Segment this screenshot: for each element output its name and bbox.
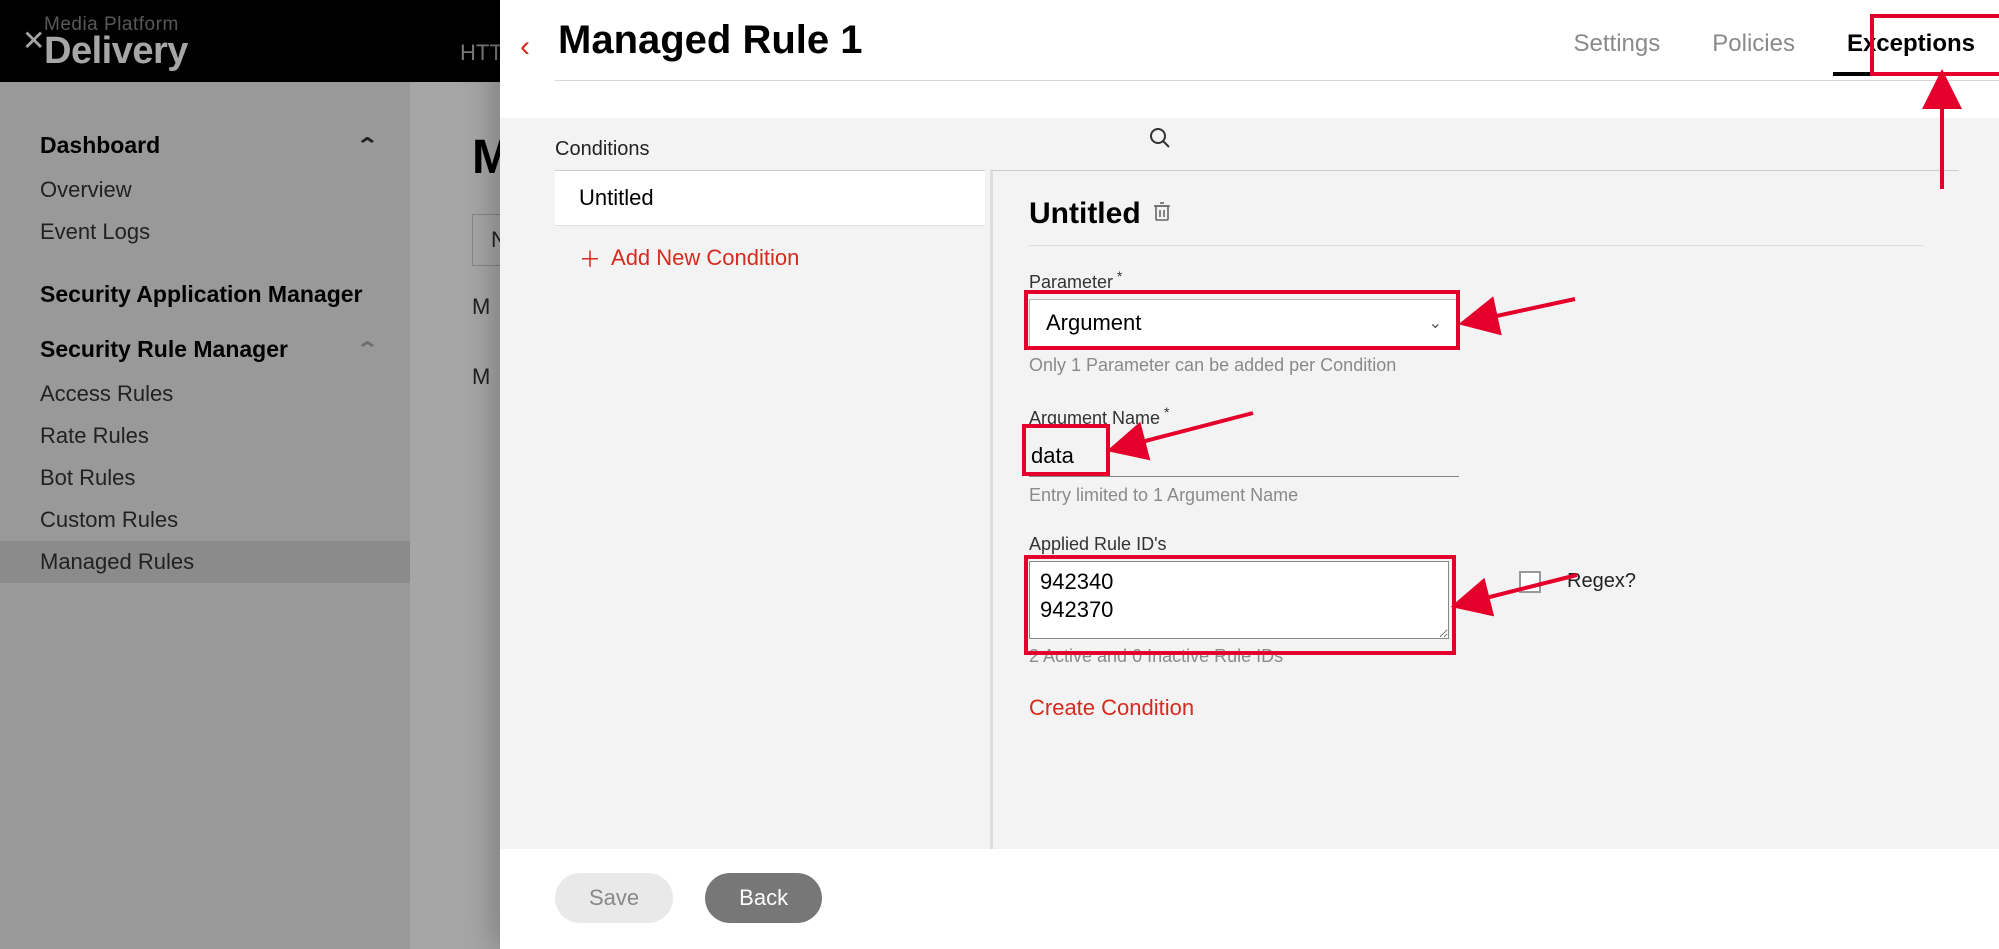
drawer-header: ‹ Managed Rule 1 Settings Policies Excep… — [500, 0, 1999, 82]
tab-exceptions[interactable]: Exceptions — [1839, 20, 1983, 74]
add-condition-label: Add New Condition — [611, 245, 799, 271]
back-chevron-icon[interactable]: ‹ — [520, 30, 530, 64]
condition-detail-title-row: Untitled — [1029, 197, 1923, 246]
save-button[interactable]: Save — [555, 873, 673, 923]
drawer-footer: Save Back — [500, 849, 1999, 949]
applied-rule-ids-helper: 2 Active and 0 Inactive Rule IDs — [1029, 646, 1923, 667]
create-condition-link[interactable]: Create Condition — [1029, 695, 1923, 721]
applied-rule-ids-label: Applied Rule ID's — [1029, 534, 1923, 555]
parameter-value: Argument — [1046, 310, 1141, 336]
parameter-helper: Only 1 Parameter can be added per Condit… — [1029, 355, 1923, 376]
regex-label: Regex? — [1567, 570, 1636, 593]
tab-policies[interactable]: Policies — [1704, 20, 1803, 74]
drawer-tabs: Settings Policies Exceptions — [1566, 20, 1983, 74]
conditions-label: Conditions — [555, 138, 650, 161]
add-condition-button[interactable]: ＋ Add New Condition — [555, 226, 985, 290]
tab-settings[interactable]: Settings — [1566, 20, 1669, 74]
applied-rule-ids-field: Applied Rule ID's 2 Active and 0 Inactiv… — [1029, 534, 1923, 667]
back-button[interactable]: Back — [705, 873, 822, 923]
regex-row: Regex? — [1519, 570, 1636, 593]
header-divider — [555, 80, 1999, 81]
chevron-down-icon: ⌄ — [1429, 313, 1442, 333]
condition-detail-title: Untitled — [1029, 197, 1141, 231]
regex-checkbox[interactable] — [1519, 571, 1541, 593]
plus-icon: ＋ — [579, 242, 601, 274]
condition-item[interactable]: Untitled — [555, 171, 985, 226]
parameter-select[interactable]: Argument ⌄ — [1029, 299, 1459, 347]
argument-name-label-text: Argument Name — [1029, 408, 1160, 428]
argument-name-helper: Entry limited to 1 Argument Name — [1029, 485, 1923, 506]
argument-name-label: Argument Name * — [1029, 404, 1923, 429]
search-icon[interactable] — [1148, 126, 1172, 157]
drawer-body: Conditions Untitled ＋ Add New Condition … — [500, 118, 1999, 849]
conditions-list: Untitled ＋ Add New Condition — [555, 170, 985, 849]
parameter-label: Parameter * — [1029, 268, 1923, 293]
argument-name-field: Argument Name * Entry limited to 1 Argum… — [1029, 404, 1923, 506]
argument-name-input[interactable] — [1029, 435, 1459, 477]
parameter-field: Parameter * Argument ⌄ Only 1 Parameter … — [1029, 268, 1923, 376]
parameter-label-text: Parameter — [1029, 272, 1113, 292]
trash-icon[interactable] — [1153, 201, 1171, 227]
applied-rule-ids-textarea[interactable] — [1029, 561, 1449, 639]
drawer-panel: ‹ Managed Rule 1 Settings Policies Excep… — [500, 0, 1999, 949]
condition-detail: Untitled Parameter * Argum — [990, 170, 1959, 849]
